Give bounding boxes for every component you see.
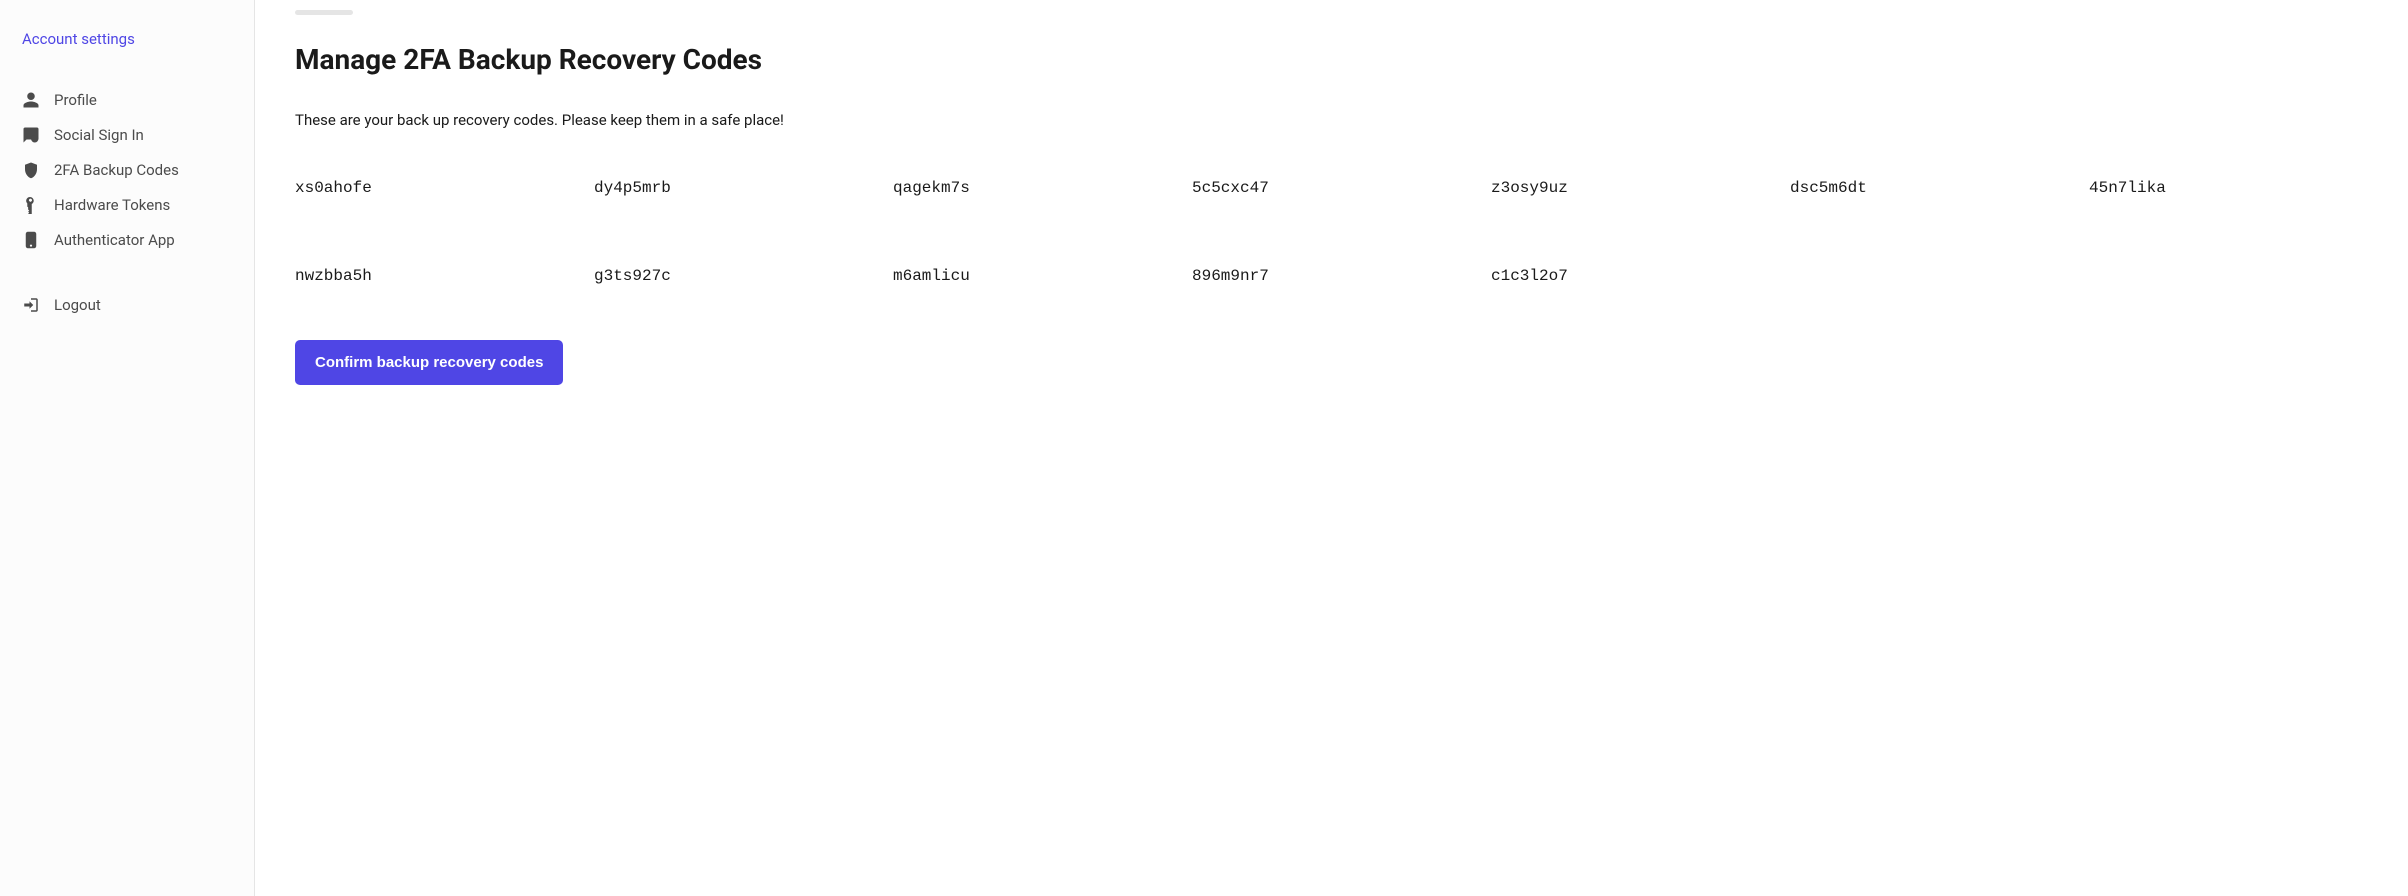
recovery-code: xs0ahofe xyxy=(295,179,574,197)
sidebar-item-label: Profile xyxy=(54,91,97,109)
main-content: Manage 2FA Backup Recovery Codes These a… xyxy=(255,0,2408,896)
page-description: These are your back up recovery codes. P… xyxy=(295,111,2368,129)
recovery-code: g3ts927c xyxy=(594,267,873,285)
chat-icon xyxy=(22,126,40,144)
sidebar-item-label: Logout xyxy=(54,296,101,314)
recovery-code: qagekm7s xyxy=(893,179,1172,197)
user-icon xyxy=(22,91,40,109)
sidebar-item-label: Social Sign In xyxy=(54,126,144,144)
confirm-button[interactable]: Confirm backup recovery codes xyxy=(295,340,563,385)
recovery-code: dy4p5mrb xyxy=(594,179,873,197)
sidebar-nav: Profile Social Sign In 2FA Backup Codes … xyxy=(22,83,232,322)
phone-icon xyxy=(22,231,40,249)
logout-icon xyxy=(22,296,40,314)
sidebar-item-label: 2FA Backup Codes xyxy=(54,161,179,179)
sidebar-item-social-signin[interactable]: Social Sign In xyxy=(22,118,232,152)
sidebar-item-2fa-backup[interactable]: 2FA Backup Codes xyxy=(22,153,232,187)
sidebar-item-profile[interactable]: Profile xyxy=(22,83,232,117)
sidebar-item-hardware-tokens[interactable]: Hardware Tokens xyxy=(22,188,232,222)
recovery-code: nwzbba5h xyxy=(295,267,574,285)
breadcrumb-stub xyxy=(295,10,353,15)
sidebar-item-logout[interactable]: Logout xyxy=(22,288,232,322)
recovery-codes-grid: xs0ahofe dy4p5mrb qagekm7s 5c5cxc47 z3os… xyxy=(295,179,2368,285)
sidebar-item-authenticator[interactable]: Authenticator App xyxy=(22,223,232,257)
sidebar-item-label: Authenticator App xyxy=(54,231,175,249)
recovery-code: c1c3l2o7 xyxy=(1491,267,1770,285)
recovery-code: z3osy9uz xyxy=(1491,179,1770,197)
page-title: Manage 2FA Backup Recovery Codes xyxy=(295,43,2368,76)
recovery-code: 5c5cxc47 xyxy=(1192,179,1471,197)
shield-icon xyxy=(22,161,40,179)
recovery-code: dsc5m6dt xyxy=(1790,179,2069,197)
recovery-code: m6amlicu xyxy=(893,267,1172,285)
recovery-code: 45n7lika xyxy=(2089,179,2368,197)
sidebar: Account settings Profile Social Sign In … xyxy=(0,0,255,896)
sidebar-item-label: Hardware Tokens xyxy=(54,196,170,214)
recovery-code: 896m9nr7 xyxy=(1192,267,1471,285)
key-icon xyxy=(22,196,40,214)
sidebar-title[interactable]: Account settings xyxy=(22,30,232,48)
